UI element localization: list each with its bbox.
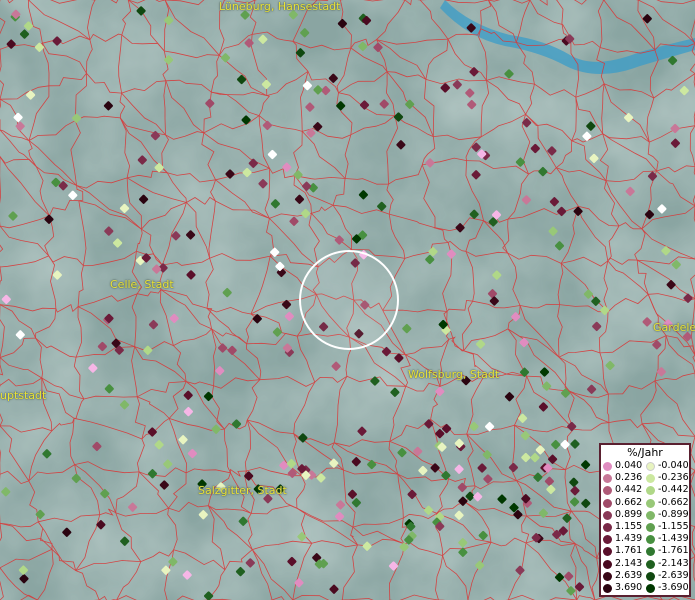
- legend-value: 1.439: [615, 533, 643, 545]
- legend-value: 1.761: [615, 545, 643, 557]
- selection-circle[interactable]: [299, 250, 399, 350]
- legend-value: 2.143: [615, 557, 643, 569]
- legend-value: -0.040: [658, 460, 689, 471]
- legend-swatch: [603, 535, 612, 545]
- legend-swatch: [646, 486, 655, 496]
- legend-swatch: [646, 510, 655, 520]
- legend-value: 0.236: [615, 472, 643, 484]
- legend-swatch: [603, 559, 612, 569]
- legend-value: 3.690: [615, 582, 643, 593]
- legend-swatch: [603, 523, 612, 532]
- legend-value: 0.899: [615, 508, 643, 520]
- legend-value: -0.662: [658, 496, 689, 508]
- legend-swatch: [603, 462, 612, 471]
- legend-swatch: [646, 584, 655, 593]
- legend-swatch: [603, 510, 612, 520]
- legend-value: 0.442: [615, 484, 643, 496]
- city-label-wolfsburg: Wolfsburg, Stadt: [408, 368, 500, 381]
- legend-value: -2.639: [658, 569, 689, 581]
- city-label-salzgitter: Salzgitter, Stadt: [198, 484, 287, 497]
- legend-swatch: [646, 571, 655, 581]
- city-label-celle: Celle, Stadt: [110, 278, 174, 291]
- legend-swatch: [603, 498, 612, 508]
- legend-value: 0.662: [615, 496, 643, 508]
- legend-value: -1.155: [658, 521, 689, 532]
- legend-swatch: [603, 547, 612, 557]
- map-view[interactable]: Lüneburg, Hansestadt Celle, Stadt Gardel…: [0, 0, 695, 600]
- legend-value: -1.439: [658, 533, 689, 545]
- legend-title: %/Jahr: [627, 446, 663, 459]
- legend-value: -2.143: [658, 557, 689, 569]
- city-label-hauptstadt: uptstadt: [0, 389, 47, 402]
- map-canvas: [0, 0, 695, 600]
- legend-swatch: [646, 462, 655, 471]
- legend-value: -1.761: [658, 545, 689, 557]
- legend-swatch: [646, 498, 655, 508]
- legend-value: -0.442: [658, 484, 689, 496]
- legend-value: 0.040: [615, 460, 643, 471]
- legend-swatch: [603, 571, 612, 581]
- legend-swatch: [646, 535, 655, 545]
- legend-value: 1.155: [615, 521, 643, 532]
- legend: %/Jahr 0.040 0.236 0.442 0.662 0.899 1.155 1.4…: [599, 443, 691, 597]
- city-label-gardelegen: Gardeleg: [653, 321, 695, 334]
- legend-swatch: [603, 486, 612, 496]
- legend-value: -0.236: [658, 472, 689, 484]
- legend-value: 2.639: [615, 569, 643, 581]
- city-label-lueneburg: Lüneburg, Hansestadt: [219, 0, 341, 13]
- legend-swatch: [646, 474, 655, 484]
- legend-swatch: [603, 474, 612, 484]
- legend-value: -0.899: [658, 508, 689, 520]
- legend-swatch: [646, 559, 655, 569]
- legend-swatch: [603, 584, 612, 593]
- legend-value: -3.690: [658, 582, 689, 593]
- legend-swatch: [646, 523, 655, 532]
- legend-swatch: [646, 547, 655, 557]
